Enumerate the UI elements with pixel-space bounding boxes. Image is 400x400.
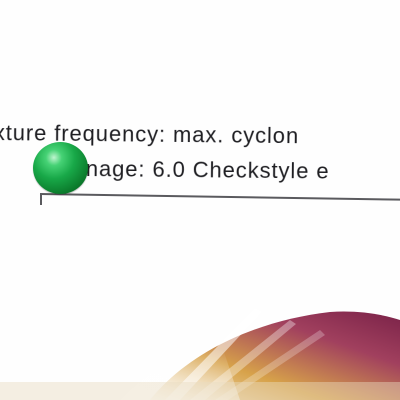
rule-end-tick	[40, 194, 42, 205]
caption-line-1: xture frequency: max. cyclon	[0, 120, 300, 149]
photo-canvas: xture frequency: max. cyclon nage: 6.0 C…	[0, 0, 400, 400]
green-sphere-icon[interactable]	[33, 142, 88, 194]
underline-rule	[39, 193, 400, 201]
caption-line-2: nage: 6.0 Checkstyle e	[85, 156, 330, 184]
fan-image	[0, 308, 400, 400]
